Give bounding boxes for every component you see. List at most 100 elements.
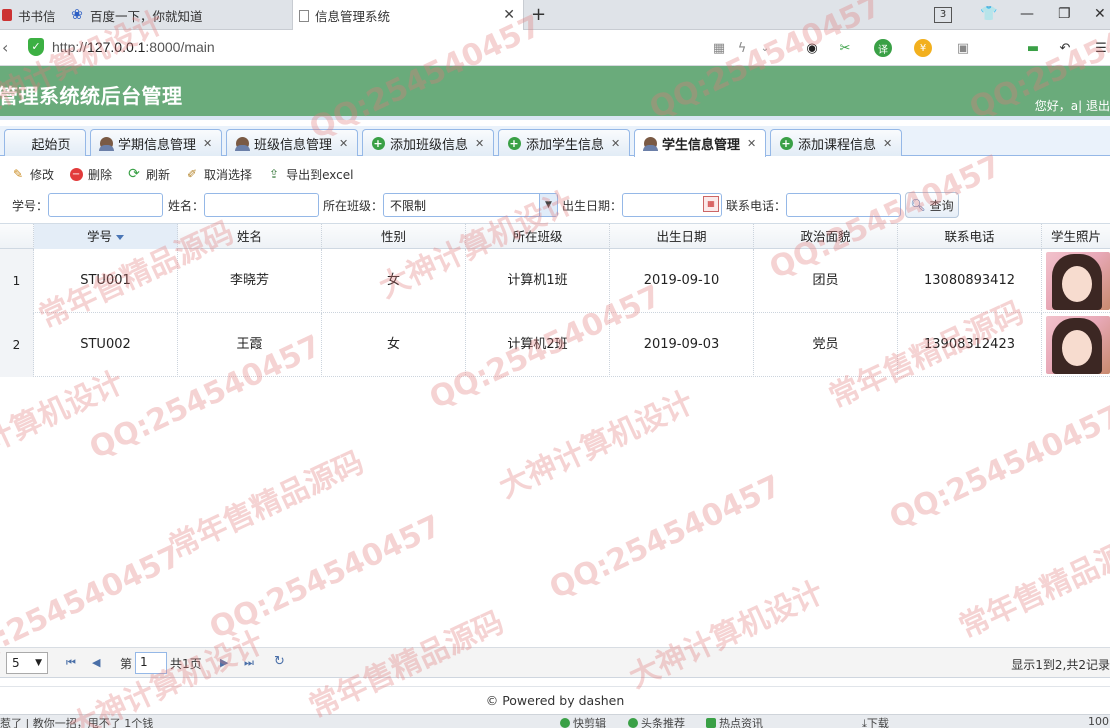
status-news-text[interactable]: 惹了 | 教你一招，甩不了 1个钱 <box>0 715 153 728</box>
col-header-photo[interactable]: 学生照片 <box>1042 224 1110 249</box>
cell-class: 计算机1班 <box>466 249 610 313</box>
next-page-icon[interactable]: ▶ <box>220 656 228 669</box>
col-header-politics[interactable]: 政治面貌 <box>754 224 898 249</box>
browser-status-bar: 惹了 | 教你一招，甩不了 1个钱 快剪辑 头条推荐 热点资讯 ⤓下载 100 <box>0 714 1110 728</box>
col-header-phone[interactable]: 联系电话 <box>898 224 1042 249</box>
tab-add-course[interactable]: + 添加课程信息 ✕ <box>770 129 902 156</box>
name-input[interactable] <box>204 193 319 217</box>
page-icon <box>2 9 12 21</box>
lightning-icon[interactable]: ϟ <box>733 39 751 57</box>
close-tab-icon[interactable]: ✕ <box>339 137 348 150</box>
back-arrow-icon[interactable]: ‹ <box>2 38 8 57</box>
cell-phone: 13908312423 <box>898 313 1042 377</box>
calendar-icon[interactable]: ▦ <box>703 196 719 212</box>
tab-class-manage[interactable]: 班级信息管理 ✕ <box>226 129 358 156</box>
coupon-icon[interactable]: ¥ <box>914 39 932 57</box>
chevron-down-icon[interactable]: ▼ <box>539 194 557 216</box>
name-label: 姓名： <box>168 199 205 213</box>
tab-add-student[interactable]: + 添加学生信息 ✕ <box>498 129 630 156</box>
tab-student-manage[interactable]: 学生信息管理 ✕ <box>634 129 766 157</box>
tampermonkey-icon[interactable]: ◉ <box>803 39 821 57</box>
browser-tab-info-system[interactable]: 信息管理系统 ✕ <box>292 0 524 31</box>
tab-add-class[interactable]: + 添加班级信息 ✕ <box>362 129 494 156</box>
document-icon <box>299 9 309 22</box>
pencil-icon: ✎ <box>12 167 24 181</box>
close-tab-icon[interactable]: ✕ <box>203 137 212 150</box>
refresh-button[interactable]: ⟳ 刷新 <box>126 166 170 183</box>
page-total-label: 共1页 <box>170 657 202 671</box>
close-tab-icon[interactable]: ✕ <box>475 137 484 150</box>
image-icon[interactable]: ▣ <box>954 39 972 57</box>
export-excel-button[interactable]: ⇪ 导出到excel <box>266 166 353 183</box>
paw-icon: ❀ <box>71 7 83 23</box>
shirt-skin-icon[interactable]: 👕 <box>980 6 997 22</box>
reload-icon[interactable]: ↻ <box>274 654 285 669</box>
cell-gender: 女 <box>322 249 466 313</box>
chevron-down-icon[interactable]: ⌄ <box>756 39 774 57</box>
student-photo[interactable] <box>1046 252 1110 310</box>
search-icon: 🔍︎ <box>910 198 926 212</box>
col-header-student-no[interactable]: 学号 <box>34 224 178 249</box>
status-quickclip[interactable]: 快剪辑 <box>560 715 606 728</box>
status-download[interactable]: ⤓下载 <box>862 715 889 728</box>
cell-birth: 2019-09-10 <box>610 249 754 313</box>
chevron-down-icon: ▼ <box>35 658 42 668</box>
scissors-icon[interactable]: ✂ <box>836 39 854 57</box>
url-field[interactable]: http://127.0.0.1:8000/main <box>52 39 215 55</box>
close-tab-icon[interactable]: ✕ <box>747 137 756 150</box>
prev-page-icon[interactable]: ◀ <box>92 656 100 669</box>
translate-icon[interactable]: 译 <box>874 39 892 57</box>
tab-semester-manage[interactable]: 学期信息管理 ✕ <box>90 129 222 156</box>
unselect-button[interactable]: ✐ 取消选择 <box>184 166 252 183</box>
rownumber-header <box>0 224 34 249</box>
birth-date-input[interactable]: ▦ <box>622 193 722 217</box>
user-greeting-logout[interactable]: 您好，a| 退出 <box>1035 97 1110 114</box>
page-size-select[interactable]: 5 ▼ <box>6 652 48 674</box>
status-hotnews[interactable]: 热点资讯 <box>706 715 763 728</box>
student-no-input[interactable] <box>48 193 163 217</box>
undo-icon[interactable]: ↶ <box>1056 39 1074 57</box>
browser-tab-books[interactable]: 书书信 <box>0 0 58 30</box>
table-row[interactable]: 2 STU002 王霞 女 计算机2班 2019-09-03 党员 139083… <box>0 313 1110 377</box>
minimize-icon[interactable]: — <box>1020 6 1034 22</box>
battery-icon[interactable]: ▬ <box>1024 39 1042 57</box>
col-header-birth[interactable]: 出生日期 <box>610 224 754 249</box>
browser-tab-baidu[interactable]: ❀ 百度一下，你就知道 <box>64 0 290 30</box>
user-icon <box>642 137 658 151</box>
student-photo[interactable] <box>1046 316 1110 374</box>
delete-button[interactable]: − 删除 <box>68 166 112 183</box>
class-select[interactable]: 不限制 ▼ <box>383 193 558 217</box>
student-no-label: 学号： <box>12 199 49 213</box>
status-headline[interactable]: 头条推荐 <box>628 715 685 728</box>
close-tab-icon[interactable]: ✕ <box>611 137 620 150</box>
last-page-icon[interactable]: ⏭ <box>244 656 254 670</box>
tab-start-page[interactable]: 起始页 <box>4 129 86 156</box>
phone-label: 联系电话： <box>726 199 787 213</box>
col-header-class[interactable]: 所在班级 <box>466 224 610 249</box>
col-header-name[interactable]: 姓名 <box>178 224 322 249</box>
cell-politics: 党员 <box>754 313 898 377</box>
edit-button[interactable]: ✎ 修改 <box>10 166 54 183</box>
phone-input[interactable] <box>786 193 901 217</box>
menu-icon[interactable]: ☰ <box>1092 39 1110 57</box>
status-zoom[interactable]: 100 <box>1088 715 1109 728</box>
query-button[interactable]: 🔍︎ 查询 <box>905 192 959 218</box>
first-page-icon[interactable]: ⏮ <box>66 656 76 670</box>
cell-class: 计算机2班 <box>466 313 610 377</box>
tab-count-badge[interactable]: 3 <box>934 7 952 23</box>
new-tab-plus-icon[interactable]: + <box>531 4 546 25</box>
col-header-gender[interactable]: 性别 <box>322 224 466 249</box>
cell-student-no: STU001 <box>34 249 178 313</box>
close-tab-icon[interactable]: ✕ <box>883 137 892 150</box>
close-tab-icon[interactable]: ✕ <box>503 7 515 23</box>
grid-pager: 5 ▼ ⏮ ◀ 第 1 共1页 ▶ ⏭ ↻ 显示1到2,共2记录 <box>0 647 1110 678</box>
row-number: 1 <box>0 249 34 313</box>
table-row[interactable]: 1 STU001 李晓芳 女 计算机1班 2019-09-10 团员 13080… <box>0 249 1110 313</box>
grid-toolbar: ✎ 修改 − 删除 ⟳ 刷新 ✐ 取消选择 ⇪ 导出到excel <box>0 161 1110 187</box>
qr-code-icon[interactable]: ▦ <box>710 39 728 57</box>
close-window-icon[interactable]: ✕ <box>1094 6 1106 22</box>
security-shield-icon[interactable]: ✓ <box>28 38 44 56</box>
page-number-input[interactable]: 1 <box>135 652 167 674</box>
maximize-icon[interactable]: ❐ <box>1058 6 1071 22</box>
row-number: 2 <box>0 313 34 377</box>
